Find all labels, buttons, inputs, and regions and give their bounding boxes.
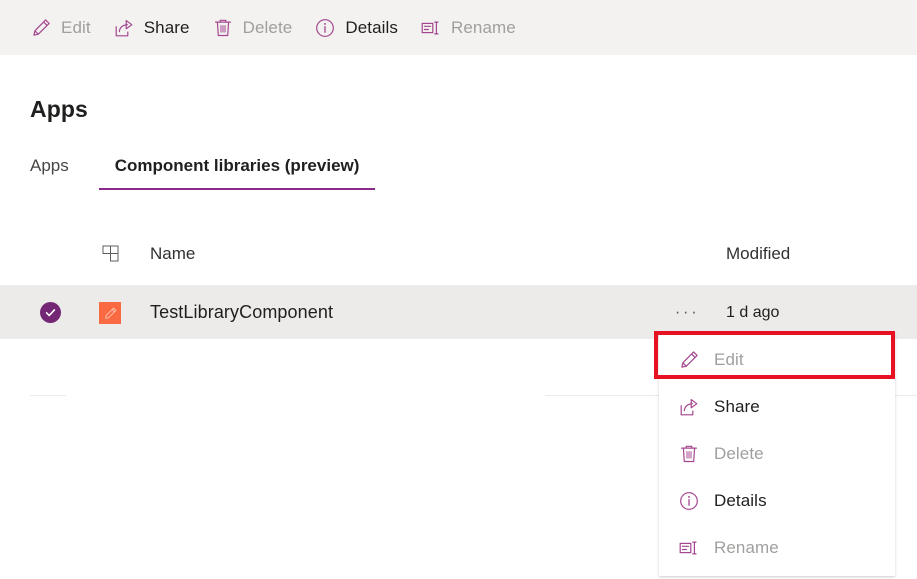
rename-icon — [420, 17, 442, 39]
row-overflow-menu-button[interactable]: ··· — [673, 302, 701, 321]
tab-apps[interactable]: Apps — [30, 155, 85, 190]
commandbar-item-delete[interactable]: Delete — [206, 8, 303, 48]
info-icon — [314, 17, 336, 39]
commandbar-item-share[interactable]: Share — [107, 8, 200, 48]
tab-list: Apps Component libraries (preview) — [30, 155, 376, 190]
tab-apps-label: Apps — [30, 156, 69, 175]
share-icon — [678, 396, 700, 418]
row-modified-value: 1 d ago — [726, 304, 780, 321]
grid-layout-icon[interactable] — [100, 243, 122, 265]
commandbar-item-details[interactable]: Details — [308, 8, 408, 48]
context-menu-item-edit-label: Edit — [714, 349, 744, 369]
column-header-modified[interactable]: Modified — [726, 244, 790, 264]
trash-icon — [212, 17, 234, 39]
share-icon — [113, 17, 135, 39]
column-header-name[interactable]: Name — [150, 244, 195, 264]
context-menu-item-details-label: Details — [714, 490, 767, 510]
commandbar-item-rename[interactable]: Rename — [414, 8, 526, 48]
list-divider-left — [30, 395, 66, 396]
context-menu-item-details[interactable]: Details — [659, 477, 895, 524]
context-menu-item-edit[interactable]: Edit — [659, 336, 895, 383]
context-menu-item-rename[interactable]: Rename — [659, 524, 895, 571]
commandbar-item-edit-label: Edit — [61, 17, 91, 37]
list-header: Name Modified — [0, 233, 917, 275]
context-menu-item-share-label: Share — [714, 396, 760, 416]
context-menu-item-delete-label: Delete — [714, 443, 764, 463]
pencil-icon — [30, 17, 52, 39]
info-icon — [678, 490, 700, 512]
commandbar-item-share-label: Share — [143, 17, 190, 37]
context-menu-item-rename-label: Rename — [714, 537, 779, 557]
trash-icon — [678, 443, 700, 465]
tab-component-libraries[interactable]: Component libraries (preview) — [98, 155, 376, 190]
row-selection-checkbox[interactable] — [40, 302, 61, 323]
row-name-link[interactable]: TestLibraryComponent — [150, 301, 333, 323]
tab-component-libraries-label: Component libraries (preview) — [114, 156, 360, 175]
table-row[interactable]: TestLibraryComponent ··· 1 d ago — [0, 285, 917, 339]
context-menu-item-delete[interactable]: Delete — [659, 430, 895, 477]
commandbar-item-edit[interactable]: Edit — [24, 8, 101, 48]
rename-icon — [678, 537, 700, 559]
orange-pencil-app-icon — [99, 302, 121, 324]
context-menu-item-share[interactable]: Share — [659, 383, 895, 430]
command-bar: Edit Share Delete Details Rename — [0, 0, 917, 55]
row-context-menu: Edit Share Delete Details Rename — [659, 332, 895, 576]
commandbar-item-rename-label: Rename — [451, 17, 516, 37]
commandbar-item-details-label: Details — [345, 17, 398, 37]
page-title: Apps — [30, 96, 88, 122]
commandbar-item-delete-label: Delete — [242, 17, 293, 37]
checkmark-circle-icon — [40, 302, 61, 323]
pencil-icon — [678, 349, 700, 371]
